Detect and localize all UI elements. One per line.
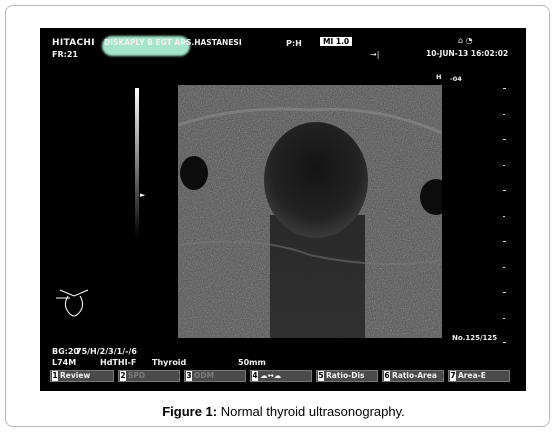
speaker-icon: ⌂ ◔ xyxy=(458,36,473,45)
probe-label: P:H xyxy=(286,39,302,48)
brand-logo: HITACHI xyxy=(52,38,95,48)
menu-measure-tool[interactable]: 4 ☁↔☁ xyxy=(250,370,312,382)
menu-ratio-area[interactable]: 6 Ratio-Area xyxy=(382,370,444,382)
menu-review[interactable]: 1 Review xyxy=(50,370,114,382)
menu-area-e[interactable]: 7 Area-E xyxy=(448,370,510,382)
depth-scale xyxy=(503,88,506,343)
ultrasound-image xyxy=(178,85,442,338)
cursor-icon: →| xyxy=(370,50,380,59)
acquisition-params: 75/H/2/3/1/-/6 xyxy=(76,347,137,356)
probe-model: L74M xyxy=(52,358,77,367)
ultrasound-screen: HITACHI DISKAPLY B EGT ARS.HASTANESI FR:… xyxy=(40,28,526,391)
frame-counter: No.125/125 xyxy=(452,334,498,342)
body-mark-icon xyxy=(56,289,89,317)
figure-frame: HITACHI DISKAPLY B EGT ARS.HASTANESI FR:… xyxy=(5,5,550,427)
mechanical-index-badge: MI 1.0 xyxy=(320,37,353,46)
caption-text: Normal thyroid ultrasonography. xyxy=(220,404,405,419)
depth-value: 50mm xyxy=(238,358,266,367)
datetime: 10-JUN-13 16:02:02 xyxy=(426,49,509,58)
direction-mark: H xyxy=(436,73,442,81)
institution-name: DISKAPLY B EGT ARS.HASTANESI xyxy=(104,38,242,47)
menu-ratio-dis[interactable]: 5 Ratio-Dis xyxy=(316,370,378,382)
function-menu-bar: 1 Review 2 SPD 3 ODM 4 ☁↔☁ 5 Ratio-Dis 6 Ratio… xyxy=(50,370,520,382)
frame-rate: FR:21 xyxy=(52,50,78,59)
grayscale-pointer: ► xyxy=(140,191,146,199)
angle-value: -04 xyxy=(450,75,462,83)
figure-caption: Figure 1: Normal thyroid ultrasonography… xyxy=(6,404,555,419)
gain-value: BG:20 xyxy=(52,347,79,356)
organ-preset: Thyroid xyxy=(152,358,187,367)
menu-spd[interactable]: 2 SPD xyxy=(118,370,180,382)
measure-arrows-icon: ☁↔☁ xyxy=(260,371,282,380)
menu-odm[interactable]: 3 ODM xyxy=(184,370,246,382)
grayscale-bar xyxy=(135,88,139,238)
imaging-mode: HdTHI-F xyxy=(100,358,137,367)
caption-label: Figure 1: xyxy=(162,404,218,419)
